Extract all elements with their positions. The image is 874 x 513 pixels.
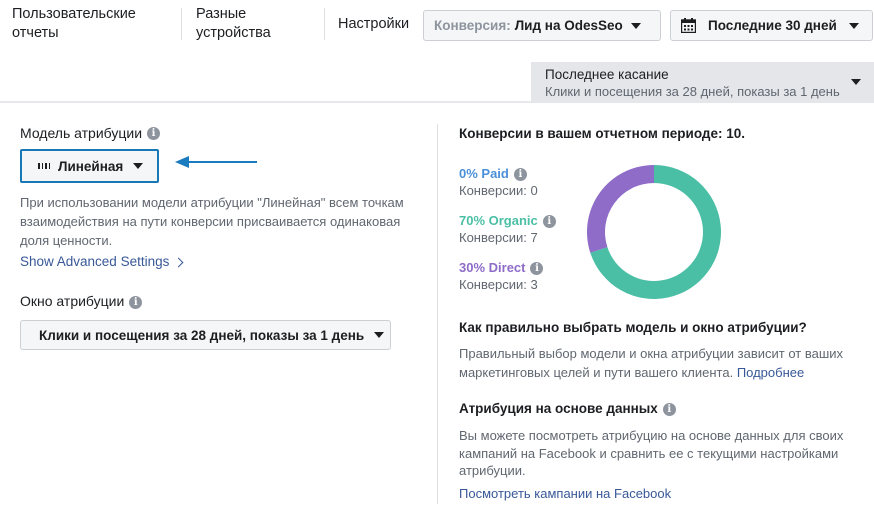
conversions-donut-chart	[587, 165, 721, 299]
legend-item-organic: 70% Organic i Конверсии: 7	[459, 212, 556, 246]
advanced-settings-label: Show Advanced Settings	[20, 254, 170, 269]
info-icon[interactable]: i	[530, 262, 544, 276]
conversion-dropdown[interactable]: Конверсия: Лид на OdesSeo	[423, 10, 661, 41]
nav-devices[interactable]: Разные устройства	[196, 5, 271, 43]
attribution-model-label: Модель атрибуции	[20, 125, 143, 141]
info-icon[interactable]: i	[662, 402, 676, 416]
bars-icon	[38, 163, 50, 169]
top-toolbar: Пользовательские отчеты Разные устройств…	[0, 0, 874, 50]
legend-organic-name: 70% Organic	[459, 213, 538, 228]
legend-item-paid: 0% Paid i Конверсии: 0	[459, 165, 538, 199]
info-icon[interactable]: i	[542, 215, 556, 229]
touch-subtitle: Клики и посещения за 28 дней, показы за …	[545, 84, 840, 99]
calendar-icon	[681, 18, 696, 33]
chevron-right-icon	[173, 257, 184, 268]
legend-paid-value: Конверсии: 0	[459, 183, 538, 198]
how-to-text: Правильный выбор модели и окна атрибуции…	[459, 344, 859, 382]
attribution-model-section: Модель атрибуции i	[20, 124, 420, 143]
date-range-dropdown[interactable]: Последние 30 дней	[670, 10, 873, 41]
legend-direct-name: 30% Direct	[459, 260, 526, 275]
attribution-model-dropdown[interactable]: Линейная	[20, 149, 159, 183]
nav-settings[interactable]: Настройки	[338, 15, 409, 34]
data-driven-section: Атрибуция на основе данных i	[459, 401, 676, 416]
attribution-window-section: Окно атрибуции i	[20, 293, 143, 309]
nav-devices-line2: устройства	[196, 25, 271, 41]
conversion-dropdown-value: Лид на OdesSeo	[514, 18, 623, 33]
touch-title: Последнее касание	[545, 67, 669, 82]
learn-more-link[interactable]: Подробнее	[737, 365, 804, 380]
data-driven-text: Вы можете посмотреть атрибуцию на основе…	[459, 428, 844, 478]
attribution-window-dropdown[interactable]: Клики и посещения за 28 дней, показы за …	[20, 320, 391, 350]
nav-divider	[181, 8, 182, 40]
pointer-arrow-icon	[175, 156, 257, 168]
legend-item-direct: 30% Direct i Конверсии: 3	[459, 259, 544, 293]
chevron-down-icon	[848, 22, 859, 29]
touch-selector[interactable]: Последнее касание Клики и посещения за 2…	[531, 62, 874, 103]
column-divider	[437, 124, 438, 504]
chevron-down-icon	[133, 163, 144, 169]
chevron-down-icon	[851, 79, 861, 85]
date-range-value: Последние 30 дней	[708, 18, 837, 33]
info-icon[interactable]: i	[147, 127, 161, 141]
nav-divider	[324, 8, 325, 40]
nav-devices-line1: Разные	[196, 6, 247, 22]
conversion-dropdown-label: Конверсия:	[434, 18, 511, 33]
how-to-title: Как правильно выбрать модель и окно атри…	[459, 320, 807, 335]
attribution-window-label: Окно атрибуции	[20, 293, 125, 309]
legend-organic-value: Конверсии: 7	[459, 230, 538, 245]
chevron-down-icon	[374, 332, 385, 338]
nav-custom-reports-line1: Пользовательские	[12, 6, 136, 22]
data-driven-title: Атрибуция на основе данных	[459, 401, 658, 416]
advanced-settings-link[interactable]: Show Advanced Settings	[20, 254, 184, 269]
attribution-model-value: Линейная	[58, 158, 124, 174]
info-icon[interactable]: i	[129, 295, 143, 309]
donut-slice-direct	[587, 165, 654, 253]
info-icon[interactable]: i	[513, 168, 527, 182]
nav-custom-reports[interactable]: Пользовательские отчеты	[12, 5, 136, 43]
attribution-model-description: При использовании модели атрибуции "Лине…	[20, 195, 404, 248]
conversions-summary-title: Конверсии в вашем отчетном периоде: 10.	[459, 126, 745, 141]
view-facebook-campaigns-link[interactable]: Посмотреть кампании на Facebook	[459, 486, 671, 501]
attribution-window-value: Клики и посещения за 28 дней, показы за …	[39, 327, 365, 343]
legend-direct-value: Конверсии: 3	[459, 277, 538, 292]
nav-custom-reports-line2: отчеты	[12, 25, 59, 41]
chevron-down-icon	[630, 22, 641, 29]
legend-paid-name: 0% Paid	[459, 166, 509, 181]
